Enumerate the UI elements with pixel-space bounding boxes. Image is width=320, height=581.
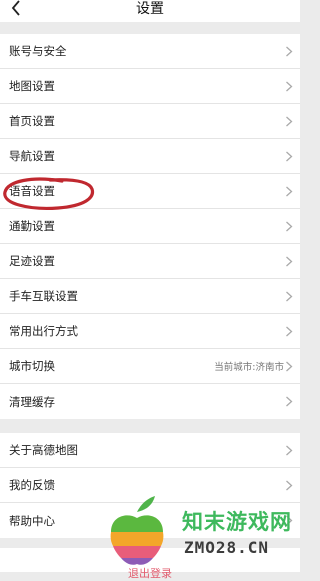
- row-label: 地图设置: [9, 79, 55, 93]
- row-map-settings[interactable]: 地图设置: [0, 69, 300, 104]
- chevron-right-icon: [286, 480, 293, 491]
- row-commute-settings[interactable]: 通勤设置: [0, 209, 300, 244]
- chevron-right-icon: [286, 361, 293, 372]
- row-travel-mode[interactable]: 常用出行方式: [0, 314, 300, 349]
- chevron-right-icon: [286, 81, 293, 92]
- row-label: 通勤设置: [9, 219, 55, 233]
- nav-bar: 设置: [0, 0, 300, 22]
- chevron-right-icon: [286, 151, 293, 162]
- row-label: 语音设置: [9, 184, 55, 198]
- row-city-switch[interactable]: 城市切换 当前城市:济南市: [0, 349, 300, 384]
- row-footprint-settings[interactable]: 足迹设置: [0, 244, 300, 279]
- row-home-settings[interactable]: 首页设置: [0, 104, 300, 139]
- row-account-security[interactable]: 账号与安全: [0, 34, 300, 69]
- settings-group-main: 账号与安全 地图设置 首页设置 导航设置 语音设置 通勤设置 足迹设置 手车互联…: [0, 34, 300, 419]
- row-navigation-settings[interactable]: 导航设置: [0, 139, 300, 174]
- watermark-name: 知末游戏网: [182, 510, 292, 534]
- row-label: 手车互联设置: [9, 289, 78, 303]
- page-title: 设置: [136, 1, 164, 17]
- row-label: 我的反馈: [9, 478, 55, 492]
- chevron-right-icon: [286, 445, 293, 456]
- chevron-right-icon: [286, 326, 293, 337]
- row-label: 清理缓存: [9, 394, 55, 409]
- row-clear-cache[interactable]: 清理缓存: [0, 384, 300, 419]
- watermark-logo-icon: [110, 496, 164, 565]
- row-about[interactable]: 关于高德地图: [0, 433, 300, 468]
- row-label: 帮助中心: [9, 513, 55, 528]
- watermark-domain: ZMO28.CN: [184, 538, 270, 557]
- row-label: 关于高德地图: [9, 443, 78, 457]
- chevron-right-icon: [286, 116, 293, 127]
- row-label: 常用出行方式: [9, 324, 78, 338]
- row-label: 账号与安全: [9, 44, 67, 58]
- row-car-link-settings[interactable]: 手车互联设置: [0, 279, 300, 314]
- row-label: 城市切换: [9, 359, 55, 373]
- row-label: 首页设置: [9, 114, 55, 128]
- current-city-value: 当前城市:济南市: [214, 362, 284, 373]
- chevron-right-icon: [286, 46, 293, 57]
- chevron-right-icon: [286, 396, 293, 407]
- chevron-right-icon: [286, 256, 293, 267]
- chevron-right-icon: [286, 291, 293, 302]
- row-label: 导航设置: [9, 149, 55, 163]
- row-voice-settings[interactable]: 语音设置: [0, 174, 300, 209]
- row-label: 足迹设置: [9, 254, 55, 268]
- chevron-right-icon: [286, 186, 293, 197]
- chevron-right-icon: [286, 221, 293, 232]
